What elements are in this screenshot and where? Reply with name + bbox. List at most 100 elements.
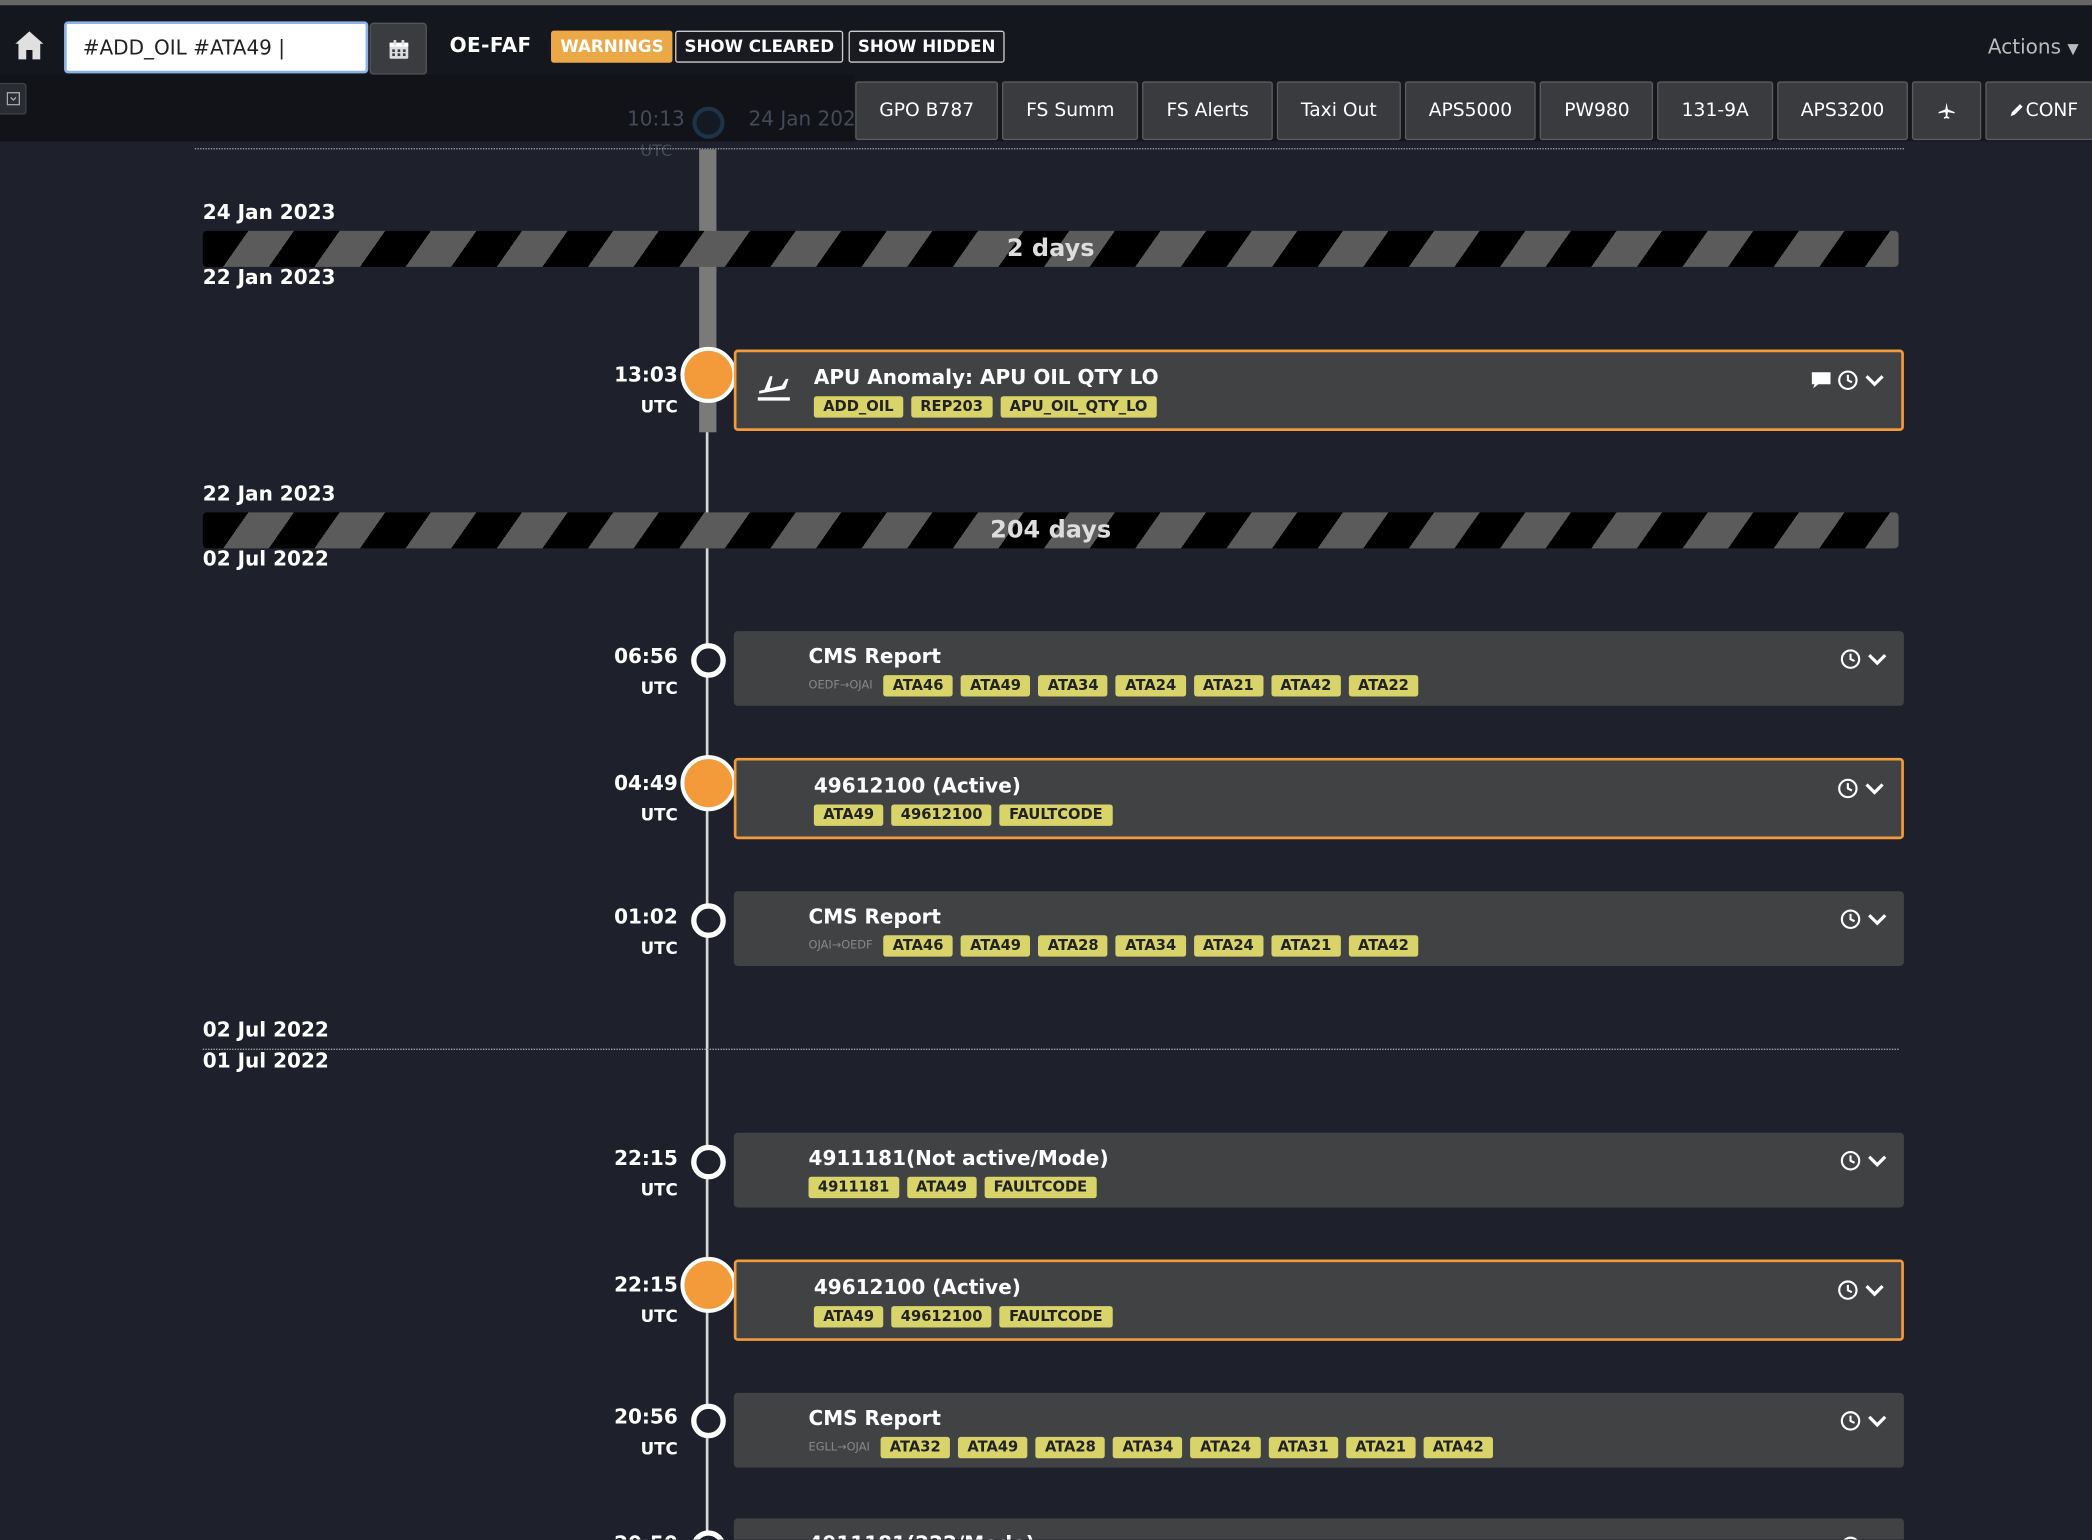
tag[interactable]: ATA42 (1271, 675, 1341, 697)
chevron-down-icon[interactable] (1867, 648, 1888, 669)
event-card[interactable]: CMS Report OEDF→OJAI ATA46 ATA49 ATA34 A… (733, 631, 1904, 706)
gap-date-below: 02 Jul 2022 (202, 547, 329, 572)
clock-icon[interactable] (1837, 778, 1858, 799)
gap-label: 2 days (1006, 234, 1095, 263)
tag[interactable]: ATA32 (880, 1436, 951, 1459)
faded-timeline-dot (692, 106, 725, 139)
event-card[interactable]: CMS Report OJAI→OEDF ATA46 ATA49 ATA28 A… (733, 891, 1904, 966)
comment-icon[interactable] (1811, 370, 1832, 391)
tag[interactable]: FAULTCODE (999, 804, 1113, 826)
tag[interactable]: ATA34 (1113, 1436, 1183, 1459)
show-cleared-toggle[interactable]: SHOW CLEARED (675, 30, 844, 63)
event-utc: UTC (640, 1438, 678, 1459)
tag[interactable]: ATA24 (1193, 935, 1264, 957)
tag[interactable]: ATA21 (1193, 675, 1264, 697)
event-title: CMS Report (808, 904, 942, 929)
gpo-b787-button[interactable]: GPO B787 (855, 81, 999, 141)
card-actions (1840, 1410, 1888, 1431)
flight-route: EGLL→OJAI (808, 1440, 870, 1455)
tag[interactable]: FAULTCODE (984, 1176, 1097, 1199)
tag[interactable]: APU_OIL_QTY_LO (1000, 396, 1157, 418)
chevron-down-icon[interactable] (1867, 909, 1888, 930)
tag[interactable]: ATA49 (813, 804, 884, 826)
fs-summ-button[interactable]: FS Summ (1002, 81, 1139, 141)
event-time: 01:02 (614, 904, 678, 929)
sub-toolbar-left (0, 74, 854, 142)
event-card[interactable]: APU Anomaly: APU OIL QTY LO ADD_OIL REP2… (733, 349, 1904, 431)
timeline-marker-alert (680, 755, 737, 812)
day-date-below: 01 Jul 2022 (202, 1048, 329, 1073)
airplane-icon (1938, 102, 1955, 119)
clock-icon[interactable] (1837, 370, 1858, 391)
tag[interactable]: 49612100 (891, 1306, 992, 1328)
event-card[interactable]: 49612100 (Active) ATA49 49612100 FAULTCO… (733, 1259, 1904, 1341)
warnings-toggle[interactable]: WARNINGS (551, 30, 673, 63)
tag[interactable]: ATA49 (958, 1436, 1028, 1459)
clock-icon[interactable] (1840, 1410, 1861, 1431)
chevron-down-icon[interactable] (1864, 370, 1885, 391)
tag[interactable]: ATA46 (883, 935, 953, 957)
calendar-button[interactable] (369, 22, 427, 75)
fs-alerts-button[interactable]: FS Alerts (1142, 81, 1273, 141)
show-hidden-toggle[interactable]: SHOW HIDDEN (848, 30, 1005, 63)
collapse-icon[interactable] (0, 82, 27, 115)
clock-icon[interactable] (1840, 1536, 1861, 1540)
clock-icon[interactable] (1840, 909, 1861, 930)
tag[interactable]: ATA42 (1348, 935, 1419, 957)
clock-icon[interactable] (1840, 648, 1861, 669)
event-utc: UTC (640, 1179, 678, 1200)
clock-icon[interactable] (1837, 1279, 1858, 1300)
pw980-button[interactable]: PW980 (1540, 81, 1654, 141)
tag[interactable]: ATA28 (1035, 1436, 1106, 1459)
tag[interactable]: REP203 (910, 396, 993, 418)
tag[interactable]: ATA24 (1115, 675, 1186, 697)
tag[interactable]: ATA42 (1423, 1436, 1494, 1459)
tag[interactable]: ATA34 (1038, 675, 1108, 697)
tag[interactable]: ATA28 (1038, 935, 1108, 957)
timeline-marker (691, 1530, 726, 1540)
tag[interactable]: ATA21 (1271, 935, 1341, 957)
tag[interactable]: ATA21 (1345, 1436, 1416, 1459)
tag[interactable]: ATA46 (883, 675, 953, 697)
faded-date: 24 Jan 2023 (748, 106, 856, 131)
tag[interactable]: ATA24 (1190, 1436, 1261, 1459)
tag[interactable]: ATA49 (906, 1176, 977, 1199)
event-title: 4911181(222/Mode) (809, 1532, 1035, 1540)
tag[interactable]: ATA22 (1348, 675, 1419, 697)
event-card[interactable]: 49612100 (Active) ATA49 49612100 FAULTCO… (733, 757, 1904, 840)
card-actions (1840, 1536, 1888, 1540)
event-card[interactable]: 4911181(Not active/Mode) 4911181 ATA49 F… (733, 1132, 1904, 1208)
chevron-down-icon[interactable] (1867, 1536, 1888, 1540)
131-9a-button[interactable]: 131-9A (1657, 81, 1773, 141)
search-input[interactable] (64, 21, 369, 74)
event-card[interactable]: 4911181(222/Mode) (733, 1518, 1904, 1540)
day-divider (202, 1048, 1899, 1051)
chevron-down-icon[interactable] (1867, 1150, 1888, 1171)
chevron-down-icon[interactable] (1864, 1279, 1885, 1300)
conf-button[interactable]: CONF (1985, 81, 2092, 141)
tag[interactable]: 4911181 (808, 1176, 899, 1199)
tag[interactable]: ATA34 (1115, 935, 1186, 957)
tag[interactable]: ATA49 (960, 675, 1031, 697)
actions-menu[interactable]: Actions ▼ (1988, 35, 2079, 59)
chevron-down-icon[interactable] (1864, 778, 1885, 799)
tag[interactable]: ATA31 (1268, 1436, 1338, 1459)
event-time: 06:56 (614, 644, 678, 669)
gap-label: 204 days (990, 516, 1112, 545)
tag[interactable]: 49612100 (891, 804, 992, 826)
aps5000-button[interactable]: APS5000 (1404, 81, 1537, 141)
home-icon[interactable] (11, 27, 48, 64)
card-actions (1840, 648, 1888, 669)
event-title: 49612100 (Active) (813, 1275, 1021, 1300)
clock-icon[interactable] (1840, 1150, 1861, 1171)
event-card[interactable]: CMS Report EGLL→OJAI ATA32 ATA49 ATA28 A… (733, 1392, 1904, 1468)
tag[interactable]: ATA49 (960, 935, 1031, 957)
aps3200-button[interactable]: APS3200 (1776, 81, 1909, 141)
tag[interactable]: ADD_OIL (813, 396, 903, 418)
taxi-out-button[interactable]: Taxi Out (1276, 81, 1401, 141)
chevron-down-icon[interactable] (1867, 1410, 1888, 1431)
tag[interactable]: ATA49 (813, 1306, 884, 1328)
tag[interactable]: FAULTCODE (999, 1306, 1113, 1328)
takeoff-icon (757, 376, 790, 401)
airplane-button[interactable] (1912, 81, 1982, 141)
